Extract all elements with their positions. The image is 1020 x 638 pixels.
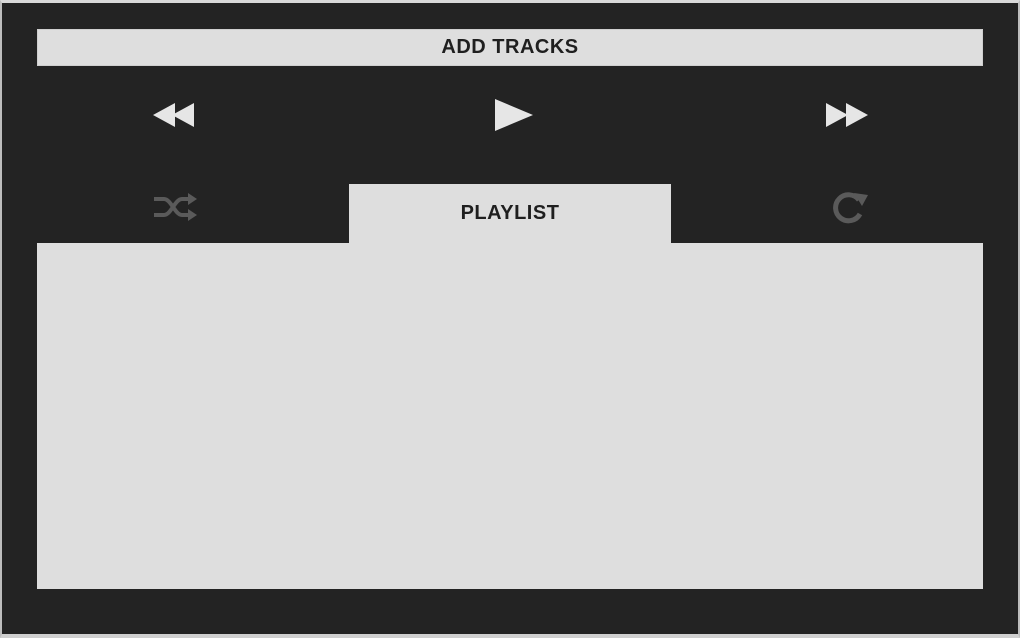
play-button[interactable] bbox=[484, 93, 540, 137]
shuffle-icon bbox=[151, 192, 199, 222]
player-window: ADD TRACKS PLAYLIST bbox=[0, 0, 1020, 638]
fast-forward-icon bbox=[822, 101, 872, 129]
tab-playlist-label: PLAYLIST bbox=[460, 202, 560, 224]
repeat-button[interactable] bbox=[819, 187, 875, 227]
repeat-icon bbox=[824, 190, 870, 224]
fast-forward-button[interactable] bbox=[819, 95, 875, 135]
playlist-panel[interactable] bbox=[37, 243, 983, 589]
play-icon bbox=[489, 97, 535, 133]
shuffle-button[interactable] bbox=[147, 187, 203, 227]
rewind-icon bbox=[150, 101, 200, 129]
tab-playlist[interactable]: PLAYLIST bbox=[349, 184, 671, 246]
add-tracks-label: ADD TRACKS bbox=[441, 36, 579, 58]
add-tracks-button[interactable]: ADD TRACKS bbox=[37, 29, 983, 66]
rewind-button[interactable] bbox=[147, 95, 203, 135]
